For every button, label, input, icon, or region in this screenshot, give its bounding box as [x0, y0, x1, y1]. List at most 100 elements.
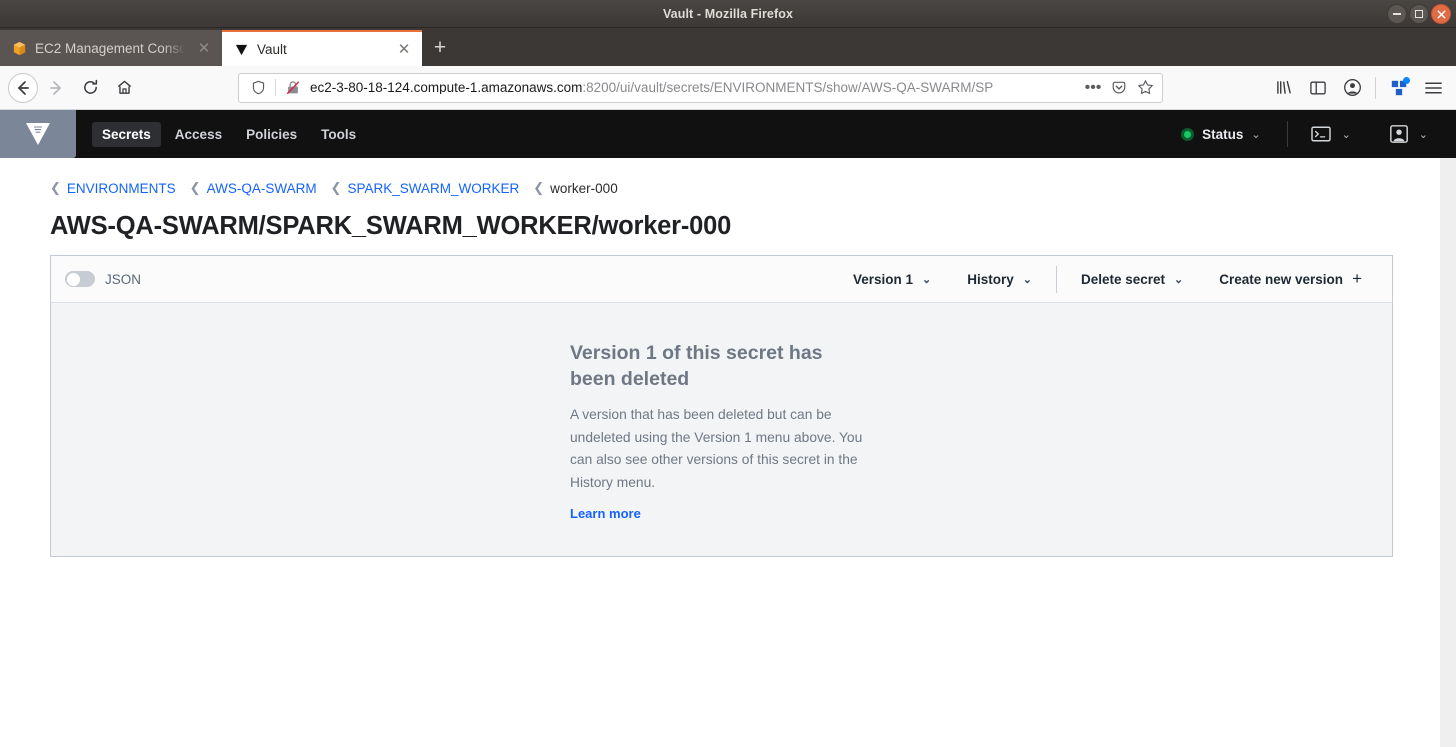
aws-cube-icon	[13, 41, 26, 55]
url-bar[interactable]: ec2-3-80-18-124.compute-1.amazonaws.com:…	[238, 72, 1163, 103]
breadcrumb-item-environments[interactable]: ❮ ENVIRONMENTS	[50, 180, 176, 196]
json-toggle-label: JSON	[105, 271, 142, 287]
shield-icon[interactable]	[247, 77, 269, 99]
vault-triangle-icon	[235, 44, 248, 55]
browser-tab-title: EC2 Management Console	[35, 40, 188, 56]
learn-more-link[interactable]: Learn more	[570, 506, 641, 521]
close-button[interactable]	[1431, 4, 1451, 24]
bookmark-star-icon[interactable]	[1134, 77, 1156, 99]
url-path: :8200/ui/vault/secrets/ENVIRONMENTS/show…	[582, 80, 994, 95]
browser-toolbar-icons	[1261, 73, 1448, 103]
chevron-down-icon: ⌄	[1022, 273, 1032, 286]
account-icon[interactable]	[1337, 73, 1367, 103]
status-label: Status	[1202, 126, 1244, 142]
breadcrumb: ❮ ENVIRONMENTS ❮ AWS-QA-SWARM ❮ SPARK_SW…	[0, 158, 1456, 196]
chevron-down-icon: ⌄	[1418, 128, 1428, 141]
vault-navbar: Secrets Access Policies Tools Status ⌄ ⌄	[0, 110, 1456, 158]
browser-tab-ec2[interactable]: EC2 Management Console ✕	[0, 30, 222, 66]
window-titlebar: Vault - Mozilla Firefox	[0, 0, 1456, 28]
browser-navbar: ec2-3-80-18-124.compute-1.amazonaws.com:…	[0, 66, 1456, 110]
chevron-left-icon: ❮	[330, 180, 342, 195]
console-menu[interactable]: ⌄	[1304, 125, 1357, 143]
breadcrumb-item-worker-000: ❮ worker-000	[533, 180, 617, 196]
reload-button[interactable]	[74, 72, 106, 104]
page-title: AWS-QA-SWARM/SPARK_SWARM_WORKER/worker-0…	[50, 212, 732, 240]
url-divider	[275, 79, 276, 96]
user-menu[interactable]: ⌄	[1383, 124, 1434, 144]
vault-nav-right: Status ⌄ ⌄ ⌄	[1171, 121, 1434, 147]
chevron-left-icon: ❮	[189, 180, 201, 195]
library-icon[interactable]	[1269, 73, 1299, 103]
browser-tabstrip: EC2 Management Console ✕ Vault ✕ +	[0, 28, 1456, 66]
page-actions-ellipsis-icon[interactable]: •••	[1082, 77, 1104, 99]
extensions-icon[interactable]	[1384, 73, 1414, 103]
chevron-down-icon: ⌄	[1341, 128, 1351, 141]
nav-link-secrets[interactable]: Secrets	[92, 121, 161, 147]
browser-tab-vault[interactable]: Vault ✕	[222, 30, 422, 66]
breadcrumb-link[interactable]: AWS-QA-SWARM	[207, 181, 317, 196]
status-menu[interactable]: Status ⌄	[1171, 127, 1270, 142]
sidebar-icon[interactable]	[1303, 73, 1333, 103]
maximize-button[interactable]	[1409, 4, 1429, 24]
secret-panel-body: Version 1 of this secret has been delete…	[50, 302, 1393, 557]
chevron-down-icon: ⌄	[1174, 273, 1184, 286]
home-icon	[117, 80, 131, 94]
close-icon	[1436, 9, 1446, 19]
secret-panel: JSON Version 1 ⌄ History ⌄ Delete secret…	[50, 255, 1393, 557]
terminal-console-icon	[1310, 126, 1331, 142]
create-new-version-button[interactable]: Create new version +	[1201, 269, 1380, 289]
empty-state: Version 1 of this secret has been delete…	[570, 341, 873, 556]
vault-logo[interactable]	[0, 110, 76, 158]
window-controls	[1387, 0, 1451, 28]
create-new-version-label: Create new version	[1219, 271, 1344, 287]
nav-link-tools[interactable]: Tools	[311, 122, 366, 147]
toggle-knob	[66, 272, 80, 286]
vault-logo-icon	[26, 123, 50, 145]
plus-icon: +	[1352, 269, 1362, 288]
vault-nav-divider	[1286, 121, 1288, 147]
hamburger-menu-icon[interactable]	[1418, 73, 1448, 103]
home-button[interactable]	[108, 72, 140, 104]
reload-icon	[83, 79, 97, 94]
back-arrow-icon	[18, 80, 29, 95]
chevron-left-icon: ❮	[50, 180, 61, 195]
minimize-button[interactable]	[1387, 4, 1407, 24]
url-host: ec2-3-80-18-124.compute-1.amazonaws.com	[310, 80, 583, 95]
toolbar-divider	[1375, 76, 1376, 99]
crossed-lock-icon[interactable]	[282, 77, 304, 99]
nav-link-access[interactable]: Access	[165, 122, 232, 147]
delete-secret-label: Delete secret	[1080, 271, 1166, 287]
nav-link-policies[interactable]: Policies	[236, 122, 307, 147]
tab-close-icon[interactable]: ✕	[396, 40, 412, 58]
tab-close-icon[interactable]: ✕	[196, 39, 212, 57]
breadcrumb-link[interactable]: SPARK_SWARM_WORKER	[347, 181, 519, 196]
back-button[interactable]	[8, 72, 38, 103]
breadcrumb-item-aws-qa-swarm[interactable]: ❮ AWS-QA-SWARM	[190, 180, 317, 196]
scrollbar-gutter[interactable]	[1440, 158, 1456, 747]
new-tab-button[interactable]: +	[422, 30, 458, 66]
browser-tab-title: Vault	[257, 41, 287, 57]
json-toggle[interactable]: JSON	[65, 271, 141, 287]
breadcrumb-item-spark-swarm-worker[interactable]: ❮ SPARK_SWARM_WORKER	[331, 180, 520, 196]
forward-arrow-icon	[50, 80, 61, 95]
vault-nav-links: Secrets Access Policies Tools	[92, 121, 366, 147]
history-menu-label: History	[967, 271, 1014, 287]
breadcrumb-current-label: worker-000	[550, 180, 618, 196]
version-menu[interactable]: Version 1 ⌄	[835, 272, 949, 287]
chevron-down-icon: ⌄	[922, 273, 932, 286]
pocket-icon[interactable]	[1108, 77, 1130, 99]
empty-state-title: Version 1 of this secret has been delete…	[570, 342, 823, 390]
page-content: ❮ ENVIRONMENTS ❮ AWS-QA-SWARM ❮ SPARK_SW…	[0, 158, 1456, 747]
forward-button[interactable]	[40, 72, 72, 104]
secret-panel-actions: Version 1 ⌄ History ⌄ Delete secret ⌄ Cr…	[835, 265, 1380, 293]
json-toggle-switch[interactable]	[65, 271, 95, 287]
user-account-icon	[1389, 125, 1408, 143]
breadcrumb-link[interactable]: ENVIRONMENTS	[67, 181, 176, 196]
chevron-down-icon: ⌄	[1251, 128, 1261, 141]
delete-secret-menu[interactable]: Delete secret ⌄	[1063, 272, 1201, 287]
chevron-left-icon: ❮	[533, 180, 545, 195]
window-title: Vault - Mozilla Firefox	[662, 6, 794, 21]
history-menu[interactable]: History ⌄	[949, 272, 1050, 287]
status-indicator-icon	[1181, 127, 1195, 141]
url-text[interactable]: ec2-3-80-18-124.compute-1.amazonaws.com:…	[310, 81, 1076, 95]
